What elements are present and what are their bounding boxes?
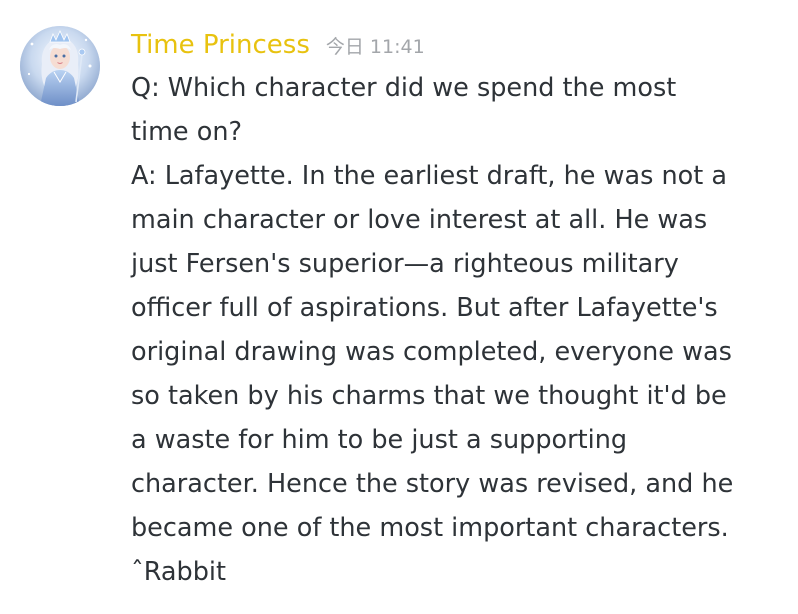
message-content: Q: Which character did we spend the most… <box>131 66 781 594</box>
time-princess-avatar-icon <box>20 26 100 106</box>
message-line: became one of the most important charact… <box>131 513 729 543</box>
message-line: just Fersen's superior—a righteous milit… <box>131 249 679 279</box>
message-line: Q: Which character did we spend the most <box>131 73 677 103</box>
message-line: A: Lafayette. In the earliest draft, he … <box>131 161 727 191</box>
timestamp: 今日 11:41 <box>325 36 425 58</box>
username[interactable]: Time Princess <box>131 26 310 64</box>
message-line: officer full of aspirations. But after L… <box>131 293 718 323</box>
chat-message: Time Princess 今日 11:41 Q: Which characte… <box>0 0 798 614</box>
message-line: character. Hence the story was revised, … <box>131 469 734 499</box>
message-line: a waste for him to be just a supporting <box>131 425 628 455</box>
message-header: Time Princess 今日 11:41 <box>131 26 425 64</box>
message-line: ˆRabbit <box>131 557 226 587</box>
message-line: so taken by his charms that we thought i… <box>131 381 727 411</box>
message-line: time on? <box>131 117 243 147</box>
message-line: main character or love interest at all. … <box>131 205 708 235</box>
message-line: original drawing was completed, everyone… <box>131 337 732 367</box>
avatar[interactable] <box>20 26 100 106</box>
